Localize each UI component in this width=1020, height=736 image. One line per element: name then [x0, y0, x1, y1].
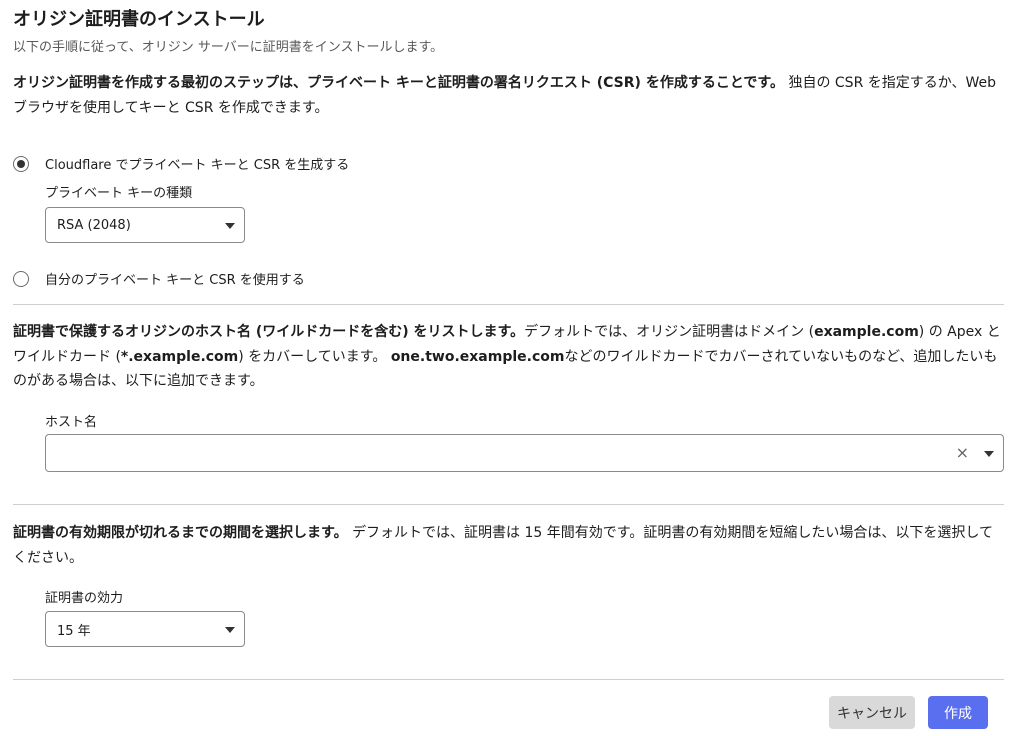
certificate-validity-select[interactable]: 15 年	[45, 611, 245, 647]
hostname-input[interactable]: ×	[45, 434, 1004, 472]
csr-instructions: オリジン証明書を作成する最初のステップは、プライベート キーと証明書の署名リクエ…	[13, 71, 1005, 120]
certificate-validity-value: 15 年	[57, 623, 91, 639]
clear-icon[interactable]: ×	[956, 443, 969, 463]
hostname-label: ホスト名	[45, 415, 98, 430]
radio-option-generate-key[interactable]: Cloudflare でプライベート キーと CSR を生成する	[13, 154, 349, 173]
cancel-button[interactable]: キャンセル	[829, 696, 915, 729]
radio-option-own-label: 自分のプライベート キーと CSR を使用する	[45, 273, 305, 288]
section-divider	[13, 304, 1004, 305]
radio-button-own-key[interactable]	[13, 270, 29, 287]
subdomain-example: one.two.example.com	[390, 348, 565, 365]
hostname-text-1: デフォルトでは、オリジン証明書はドメイン (	[524, 324, 815, 340]
chevron-down-icon	[225, 627, 235, 633]
chevron-down-icon	[225, 223, 235, 229]
radio-button-generate-selected[interactable]	[13, 155, 29, 172]
page-title: オリジン証明書のインストール	[13, 9, 265, 30]
hostname-instructions-bold: 証明書で保護するオリジンのホスト名 (ワイルドカードを含む) をリストします。	[13, 324, 525, 340]
footer-divider	[13, 679, 1004, 680]
wildcard-example: *.example.com	[120, 348, 239, 365]
domain-example: example.com	[814, 324, 919, 340]
private-key-type-value: RSA (2048)	[57, 217, 131, 233]
install-origin-certificate-dialog: オリジン証明書のインストール 以下の手順に従って、オリジン サーバーに証明書をイ…	[0, 0, 1020, 736]
hostname-instructions: 証明書で保護するオリジンのホスト名 (ワイルドカードを含む) をリストします。デ…	[13, 320, 1005, 394]
validity-instructions: 証明書の有効期限が切れるまでの期間を選択します。 デフォルトでは、証明書は 15…	[13, 521, 1005, 570]
certificate-validity-label: 証明書の効力	[45, 591, 124, 606]
validity-instructions-bold: 証明書の有効期限が切れるまでの期間を選択します。	[13, 525, 348, 541]
private-key-type-select[interactable]: RSA (2048)	[45, 207, 245, 243]
csr-instructions-bold: オリジン証明書を作成する最初のステップは、プライベート キーと証明書の署名リクエ…	[13, 75, 784, 91]
chevron-down-icon[interactable]	[984, 451, 994, 457]
create-button[interactable]: 作成	[928, 696, 988, 729]
page-subtitle: 以下の手順に従って、オリジン サーバーに証明書をインストールします。	[13, 40, 444, 55]
radio-option-own-key[interactable]: 自分のプライベート キーと CSR を使用する	[13, 269, 305, 288]
section-divider	[13, 504, 1004, 505]
radio-option-generate-label: Cloudflare でプライベート キーと CSR を生成する	[45, 158, 350, 173]
hostname-text-3: ) をカバーしています。	[238, 348, 387, 365]
private-key-type-label: プライベート キーの種類	[45, 186, 193, 201]
